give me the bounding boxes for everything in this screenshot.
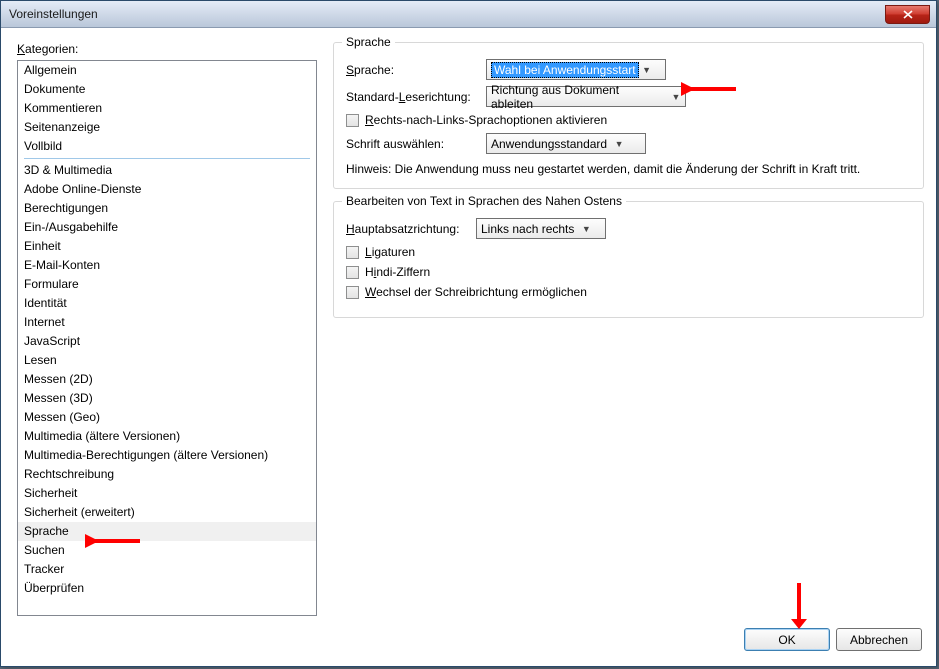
- category-item[interactable]: Lesen: [18, 351, 316, 370]
- category-item[interactable]: Multimedia-Berechtigungen (ältere Versio…: [18, 446, 316, 465]
- ok-button[interactable]: OK: [744, 628, 830, 651]
- restart-note: Hinweis: Die Anwendung muss neu gestarte…: [346, 162, 911, 176]
- category-item[interactable]: Adobe Online-Dienste: [18, 180, 316, 199]
- language-group-title: Sprache: [342, 35, 395, 49]
- paragraph-direction-combo[interactable]: Links nach rechts ▼: [476, 218, 606, 239]
- category-item[interactable]: Messen (2D): [18, 370, 316, 389]
- category-item[interactable]: Suchen: [18, 541, 316, 560]
- category-item[interactable]: Seitenanzeige: [18, 118, 316, 137]
- cancel-button[interactable]: Abbrechen: [836, 628, 922, 651]
- window-title: Voreinstellungen: [9, 7, 883, 21]
- category-item[interactable]: Sicherheit (erweitert): [18, 503, 316, 522]
- categories-label: Kategorien:: [17, 42, 317, 56]
- category-item[interactable]: Formulare: [18, 275, 316, 294]
- direction-switch-checkbox[interactable]: [346, 286, 359, 299]
- paragraph-direction-value: Links nach rechts: [481, 222, 578, 236]
- hindi-digits-checkbox[interactable]: [346, 266, 359, 279]
- categories-list[interactable]: AllgemeinDokumenteKommentierenSeitenanze…: [17, 60, 317, 616]
- category-item[interactable]: Überprüfen: [18, 579, 316, 598]
- category-item[interactable]: E-Mail-Konten: [18, 256, 316, 275]
- chevron-down-icon: ▼: [611, 139, 626, 149]
- category-item[interactable]: Einheit: [18, 237, 316, 256]
- close-button[interactable]: [885, 5, 930, 24]
- middle-east-group: Bearbeiten von Text in Sprachen des Nahe…: [333, 201, 924, 318]
- language-combo-value: Wahl bei Anwendungsstart: [491, 62, 639, 78]
- paragraph-direction-label: Hauptabsatzrichtung:: [346, 222, 476, 236]
- rtl-checkbox-label: Rechts-nach-Links-Sprachoptionen aktivie…: [365, 113, 607, 127]
- language-group: Sprache Sprache: Wahl bei Anwendungsstar…: [333, 42, 924, 189]
- category-item[interactable]: Vollbild: [18, 137, 316, 156]
- category-item[interactable]: Berechtigungen: [18, 199, 316, 218]
- titlebar: Voreinstellungen: [1, 1, 936, 28]
- font-select-value: Anwendungsstandard: [491, 137, 611, 151]
- category-item[interactable]: 3D & Multimedia: [18, 161, 316, 180]
- chevron-down-icon: ▼: [639, 65, 654, 75]
- direction-switch-label: Wechsel der Schreibrichtung ermöglichen: [365, 285, 587, 299]
- rtl-checkbox[interactable]: [346, 114, 359, 127]
- category-item[interactable]: JavaScript: [18, 332, 316, 351]
- language-combo[interactable]: Wahl bei Anwendungsstart ▼: [486, 59, 666, 80]
- category-item[interactable]: Sprache: [18, 522, 316, 541]
- category-item[interactable]: Kommentieren: [18, 99, 316, 118]
- chevron-down-icon: ▼: [668, 92, 683, 102]
- close-icon: [903, 10, 913, 19]
- reading-direction-label: Standard-Leserichtung:: [346, 90, 486, 104]
- category-item[interactable]: Allgemein: [18, 61, 316, 80]
- middle-east-group-title: Bearbeiten von Text in Sprachen des Nahe…: [342, 194, 626, 208]
- category-item[interactable]: Tracker: [18, 560, 316, 579]
- font-select-label: Schrift auswählen:: [346, 137, 486, 151]
- category-item[interactable]: Ein-/Ausgabehilfe: [18, 218, 316, 237]
- category-item[interactable]: Messen (3D): [18, 389, 316, 408]
- category-item[interactable]: Multimedia (ältere Versionen): [18, 427, 316, 446]
- reading-direction-combo[interactable]: Richtung aus Dokument ableiten ▼: [486, 86, 686, 107]
- preferences-dialog: Voreinstellungen Kategorien: AllgemeinDo…: [0, 0, 937, 667]
- hindi-digits-label: Hindi-Ziffern: [365, 265, 430, 279]
- font-select-combo[interactable]: Anwendungsstandard ▼: [486, 133, 646, 154]
- category-divider: [24, 158, 310, 159]
- ligatures-label: Ligaturen: [365, 245, 415, 259]
- category-item[interactable]: Messen (Geo): [18, 408, 316, 427]
- category-item[interactable]: Sicherheit: [18, 484, 316, 503]
- category-item[interactable]: Internet: [18, 313, 316, 332]
- chevron-down-icon: ▼: [578, 224, 593, 234]
- category-item[interactable]: Dokumente: [18, 80, 316, 99]
- category-item[interactable]: Identität: [18, 294, 316, 313]
- reading-direction-value: Richtung aus Dokument ableiten: [491, 83, 668, 111]
- ligatures-checkbox[interactable]: [346, 246, 359, 259]
- language-label: Sprache:: [346, 63, 486, 77]
- category-item[interactable]: Rechtschreibung: [18, 465, 316, 484]
